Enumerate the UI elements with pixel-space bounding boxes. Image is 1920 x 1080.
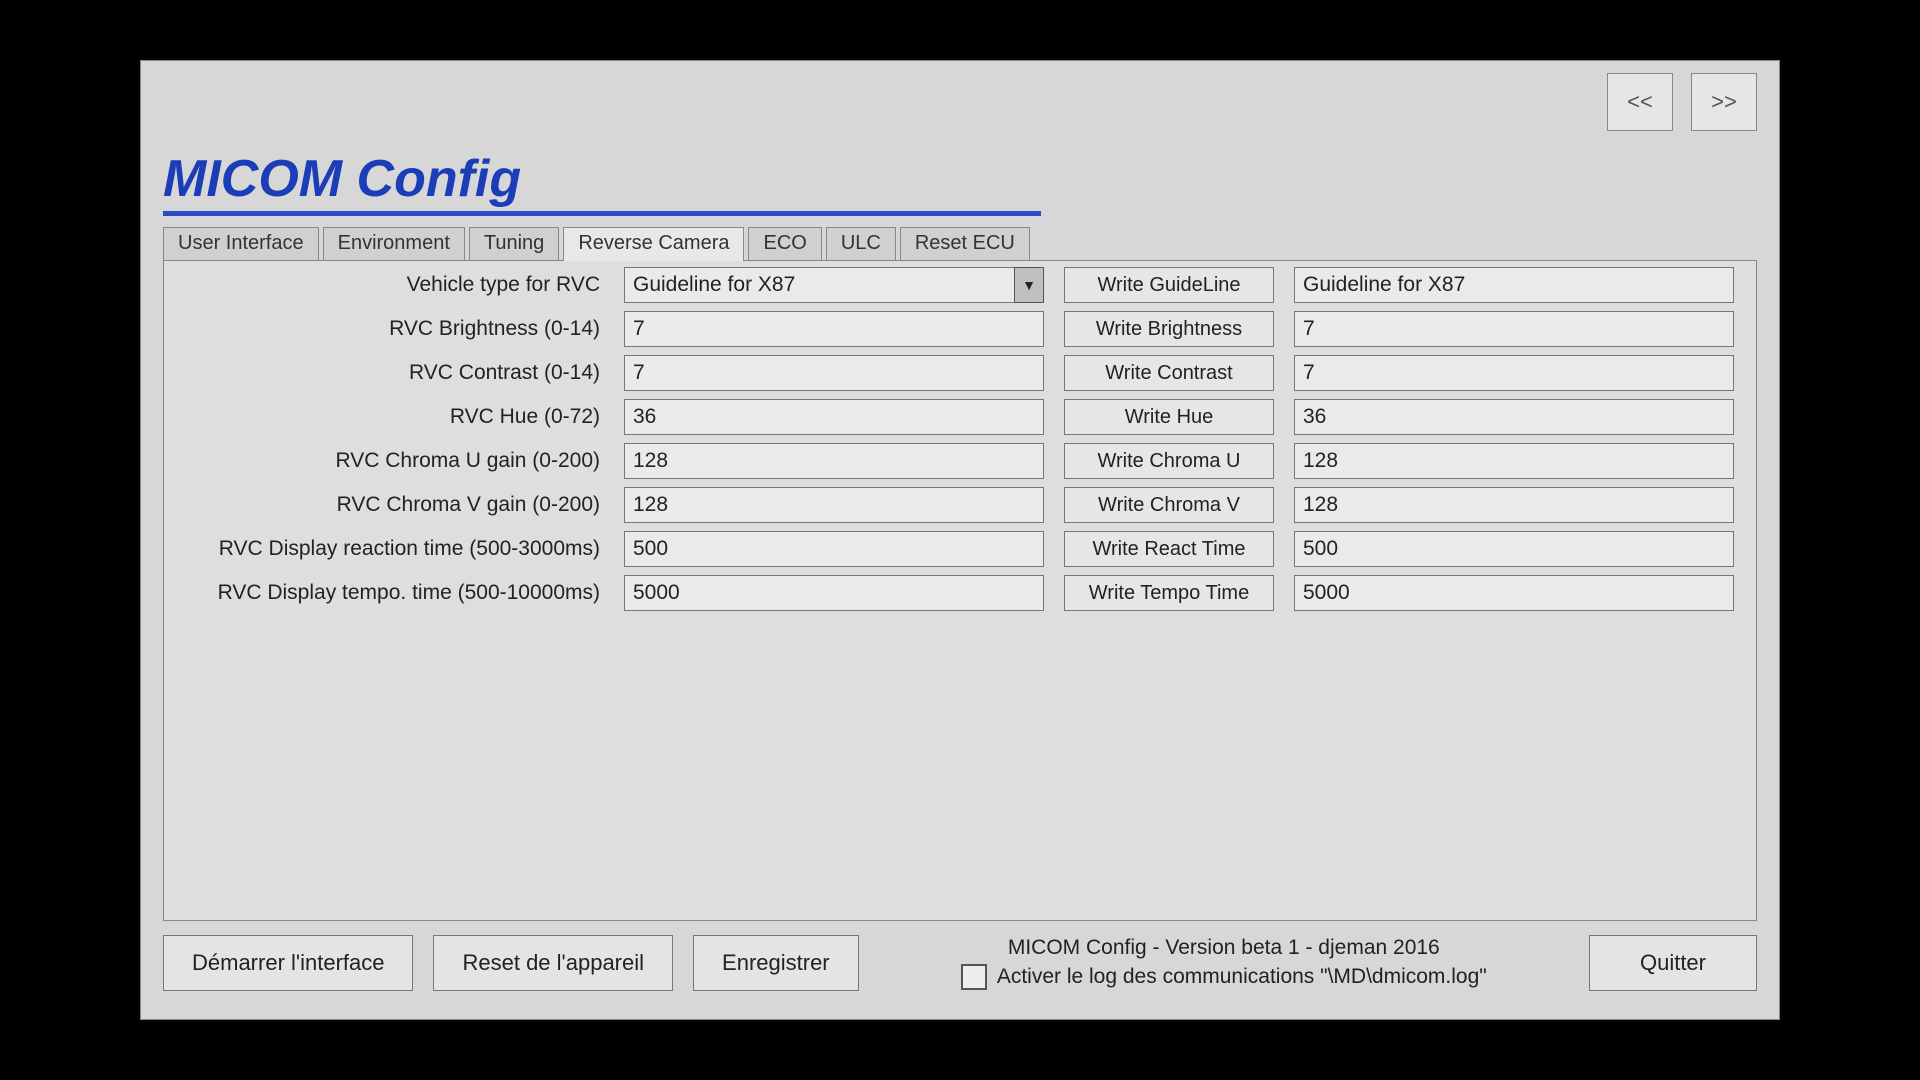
label-hue: RVC Hue (0-72): [174, 405, 604, 429]
react-time-input[interactable]: [624, 531, 1044, 567]
log-checkbox[interactable]: [961, 964, 987, 990]
label-vehicle-type: Vehicle type for RVC: [174, 273, 604, 297]
tab-panel: Vehicle type for RVC ▼ Write GuideLine R…: [163, 260, 1757, 921]
version-text: MICOM Config - Version beta 1 - djeman 2…: [879, 936, 1569, 960]
write-brightness-button[interactable]: Write Brightness: [1064, 311, 1274, 347]
write-contrast-button[interactable]: Write Contrast: [1064, 355, 1274, 391]
label-react-time: RVC Display reaction time (500-3000ms): [174, 537, 604, 561]
hue-input[interactable]: [624, 399, 1044, 435]
chevron-down-icon[interactable]: ▼: [1014, 267, 1044, 303]
save-button[interactable]: Enregistrer: [693, 935, 859, 991]
readout-chroma-v[interactable]: [1294, 487, 1734, 523]
tab-user-interface[interactable]: User Interface: [163, 227, 319, 261]
readout-contrast[interactable]: [1294, 355, 1734, 391]
readout-hue[interactable]: [1294, 399, 1734, 435]
readout-brightness[interactable]: [1294, 311, 1734, 347]
write-tempo-time-button[interactable]: Write Tempo Time: [1064, 575, 1274, 611]
label-chroma-v: RVC Chroma V gain (0-200): [174, 493, 604, 517]
tab-eco[interactable]: ECO: [748, 227, 821, 261]
log-label: Activer le log des communications "\MD\d…: [997, 965, 1487, 989]
write-chroma-v-button[interactable]: Write Chroma V: [1064, 487, 1274, 523]
tab-reverse-camera[interactable]: Reverse Camera: [563, 227, 744, 261]
label-contrast: RVC Contrast (0-14): [174, 361, 604, 385]
readout-guideline[interactable]: [1294, 267, 1734, 303]
start-interface-button[interactable]: Démarrer l'interface: [163, 935, 413, 991]
label-tempo-time: RVC Display tempo. time (500-10000ms): [174, 581, 604, 605]
tempo-time-input[interactable]: [624, 575, 1044, 611]
label-brightness: RVC Brightness (0-14): [174, 317, 604, 341]
write-react-time-button[interactable]: Write React Time: [1064, 531, 1274, 567]
write-guideline-button[interactable]: Write GuideLine: [1064, 267, 1274, 303]
tab-environment[interactable]: Environment: [323, 227, 465, 261]
readout-react-time[interactable]: [1294, 531, 1734, 567]
brightness-input[interactable]: [624, 311, 1044, 347]
footer: Démarrer l'interface Reset de l'appareil…: [163, 921, 1757, 1009]
top-nav: << >>: [1607, 73, 1757, 131]
tab-reset-ecu[interactable]: Reset ECU: [900, 227, 1030, 261]
app-window: << >> MICOM Config User Interface Enviro…: [140, 60, 1780, 1020]
quit-button[interactable]: Quitter: [1589, 935, 1757, 991]
write-chroma-u-button[interactable]: Write Chroma U: [1064, 443, 1274, 479]
chroma-u-input[interactable]: [624, 443, 1044, 479]
footer-info: MICOM Config - Version beta 1 - djeman 2…: [879, 936, 1569, 990]
tab-ulc[interactable]: ULC: [826, 227, 896, 261]
reset-device-button[interactable]: Reset de l'appareil: [433, 935, 673, 991]
nav-next-button[interactable]: >>: [1691, 73, 1757, 131]
chroma-v-input[interactable]: [624, 487, 1044, 523]
readout-chroma-u[interactable]: [1294, 443, 1734, 479]
vehicle-type-select[interactable]: [624, 267, 1044, 303]
readout-tempo-time[interactable]: [1294, 575, 1734, 611]
write-hue-button[interactable]: Write Hue: [1064, 399, 1274, 435]
nav-prev-button[interactable]: <<: [1607, 73, 1673, 131]
tab-strip: User Interface Environment Tuning Revers…: [163, 226, 1757, 260]
page-title: MICOM Config: [163, 149, 1041, 216]
contrast-input[interactable]: [624, 355, 1044, 391]
tab-tuning[interactable]: Tuning: [469, 227, 559, 261]
label-chroma-u: RVC Chroma U gain (0-200): [174, 449, 604, 473]
